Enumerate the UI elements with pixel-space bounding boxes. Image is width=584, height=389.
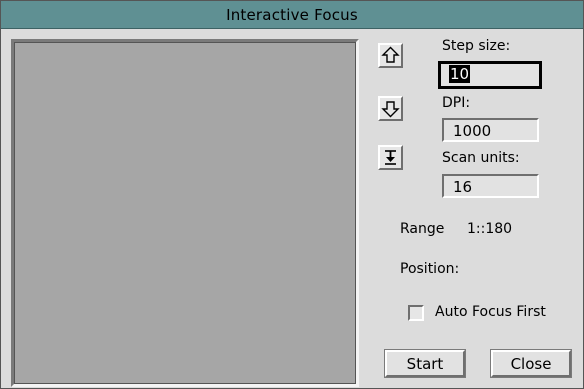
- range-value: 1::180: [467, 221, 513, 237]
- arrow-up-icon: [381, 46, 400, 63]
- dpi-label: DPI:: [442, 95, 471, 111]
- dpi-value: 1000: [453, 122, 492, 140]
- close-button[interactable]: Close: [490, 349, 572, 378]
- interactive-focus-window: Interactive Focus Step size: 10 DPI: 100…: [0, 0, 584, 389]
- position-label: Position:: [400, 261, 460, 277]
- close-button-label: Close: [510, 354, 552, 373]
- scan-units-value: 16: [453, 178, 473, 196]
- go-to-limit-button[interactable]: [378, 145, 403, 170]
- step-up-button[interactable]: [378, 43, 403, 68]
- auto-focus-label[interactable]: Auto Focus First: [435, 304, 546, 320]
- auto-focus-checkbox[interactable]: [408, 305, 424, 321]
- window-title: Interactive Focus: [226, 5, 358, 24]
- arrow-to-bottom-icon: [385, 150, 396, 165]
- step-size-label: Step size:: [442, 38, 511, 54]
- scan-units-label: Scan units:: [442, 150, 520, 166]
- dpi-field[interactable]: 1000: [442, 118, 539, 142]
- step-size-field[interactable]: 10: [438, 61, 542, 89]
- arrow-down-icon: [381, 101, 400, 118]
- title-bar[interactable]: Interactive Focus: [1, 1, 583, 29]
- start-button[interactable]: Start: [384, 349, 466, 378]
- start-button-label: Start: [406, 354, 444, 373]
- range-label: Range: [400, 221, 445, 237]
- step-size-value: 10: [449, 65, 471, 83]
- scan-units-field[interactable]: 16: [442, 174, 539, 198]
- focus-preview-area: [11, 39, 359, 387]
- step-down-button[interactable]: [378, 96, 403, 121]
